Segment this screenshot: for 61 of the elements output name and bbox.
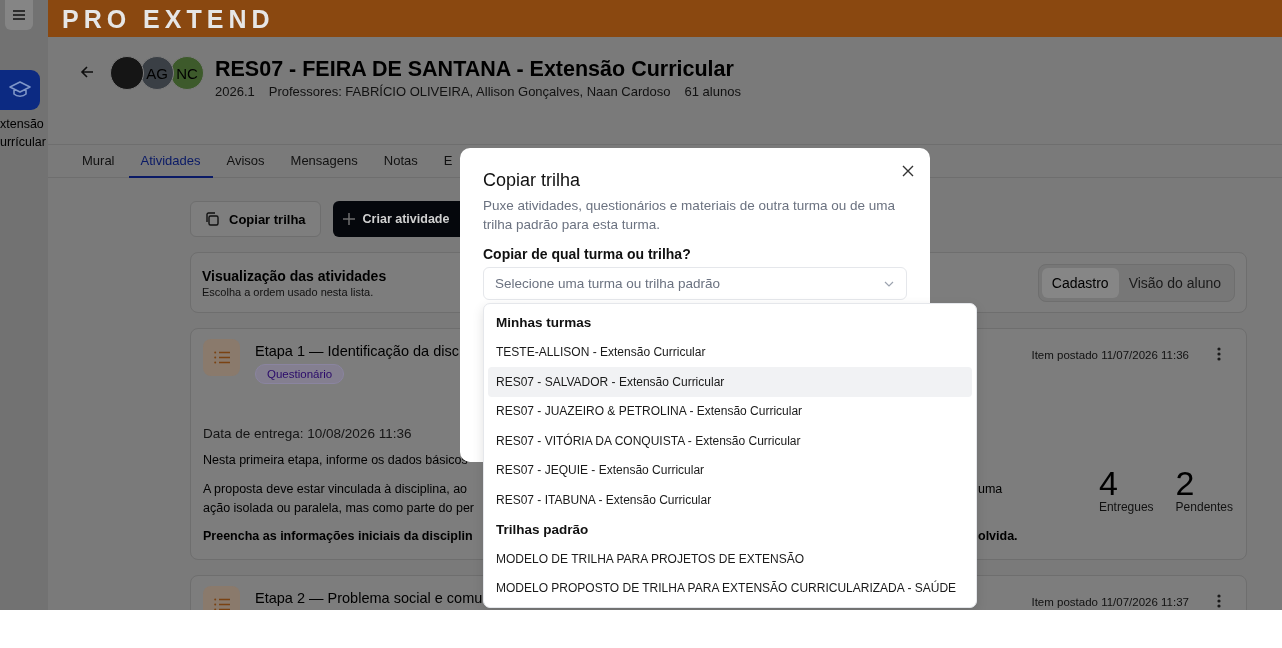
list-icon	[213, 598, 230, 610]
dropdown-option[interactable]: RES07 - ITABUNA - Extensão Curricular	[488, 485, 972, 515]
course-title: RES07 - FEIRA DE SANTANA - Extensão Curricular	[215, 56, 735, 83]
copy-trail-button[interactable]: Copiar trilha	[190, 201, 321, 237]
tab[interactable]: Notas	[371, 144, 430, 178]
stat-value: 4	[1098, 466, 1118, 500]
panel-subtitle: Escolha a ordem usado nesta lista.	[202, 285, 375, 298]
dropdown-option[interactable]: RES07 - JEQUIE - Extensão Curricular	[488, 455, 972, 485]
dropdown-option[interactable]: MODELO PROPOSTO DE TRILHA PARA EXTENSÃO CURRICULARIZADA - SAÚDE	[488, 573, 972, 603]
activity-title: Etapa 1 — Identificação da disc	[255, 343, 459, 359]
posted-date: Item postado 11/07/2026 11:36	[1031, 349, 1189, 361]
view-option[interactable]: Visão do aluno	[1118, 267, 1231, 298]
tab[interactable]: Avisos	[214, 144, 277, 178]
avatar: NC	[170, 56, 204, 90]
field-label: Copiar de qual turma ou trilha?	[483, 246, 692, 262]
close-icon[interactable]	[902, 165, 914, 177]
menu-button[interactable]	[5, 0, 33, 30]
description-text: Preencha as informações iniciais da disciplin	[203, 528, 474, 545]
dropdown-option[interactable]: MODELO DE TRILHA PARA PROJETOS DE EXTENSÃO	[488, 544, 972, 574]
description-text: A proposta deve estar vinculada à disciplina, ao	[203, 481, 469, 498]
plus-icon	[342, 213, 355, 225]
description-text: Nesta primeira etapa, informe os dados básicos	[203, 452, 469, 469]
group-heading: Minhas turmas	[495, 314, 593, 332]
posted-date: Item postado 11/07/2026 11:37	[1031, 596, 1189, 608]
chevron-down-icon	[884, 280, 894, 287]
dropdown-option[interactable]: RES07 - SALVADOR - Extensão Curricular	[488, 367, 972, 397]
tab[interactable]: E	[431, 144, 465, 178]
list-icon	[213, 351, 230, 364]
student-count: 61 alunos	[684, 84, 741, 99]
sidebar-item[interactable]: xtensão urrícular	[0, 70, 48, 151]
course-term: 2026.1	[215, 84, 255, 99]
description-text: uma	[978, 481, 1004, 498]
panel-title: Visualização das atividades	[202, 267, 387, 284]
dropdown-option[interactable]: RES07 - VITÓRIA DA CONQUISTA - Extensão Curricular	[488, 426, 972, 456]
tab[interactable]: Mural	[80, 144, 127, 178]
teachers-list: Professores: FABRÍCIO OLIVEIRA, Allison Gonçalves, Naan Cardoso	[268, 84, 671, 99]
view-option[interactable]: Cadastro	[1041, 267, 1119, 298]
activity-title: Etapa 2 — Problema social e comu	[255, 590, 483, 606]
avatar-photo-placeholder	[110, 56, 144, 90]
description-text: olvida.	[978, 528, 1018, 545]
graduation-cap-icon	[9, 81, 31, 99]
back-arrow-icon[interactable]	[80, 65, 94, 79]
source-select[interactable]: Selecione uma turma ou trilha padrão	[483, 267, 907, 300]
copy-icon	[205, 212, 219, 226]
logo: PRO EXTEND	[62, 4, 275, 33]
stat-value: 2	[1175, 466, 1195, 500]
group-heading: Trilhas padrão	[495, 520, 590, 539]
activity-type-badge: Questionário	[255, 364, 345, 384]
tab[interactable]: Atividades	[128, 144, 213, 178]
dialog-title: Copiar trilha	[483, 170, 582, 191]
dropdown-option[interactable]: TESTE-ALLISON - Extensão Curricular	[488, 337, 972, 367]
tab[interactable]: Mensagens	[278, 144, 370, 178]
more-options-icon[interactable]	[1217, 594, 1221, 608]
menu-icon	[13, 10, 25, 20]
stat-label: Pendentes	[1175, 500, 1233, 514]
more-options-icon[interactable]	[1217, 347, 1221, 361]
avatar: AG	[140, 56, 174, 90]
dropdown-option[interactable]: RES07 - JUAZEIRO & PETROLINA - Extensão Curricular	[488, 396, 972, 426]
stat-label: Entregues	[1098, 500, 1154, 514]
due-date: Data de entrega: 10/08/2026 11:36	[203, 426, 412, 441]
description-text: ação isolada ou paralela, mas como parte do per	[203, 500, 475, 517]
